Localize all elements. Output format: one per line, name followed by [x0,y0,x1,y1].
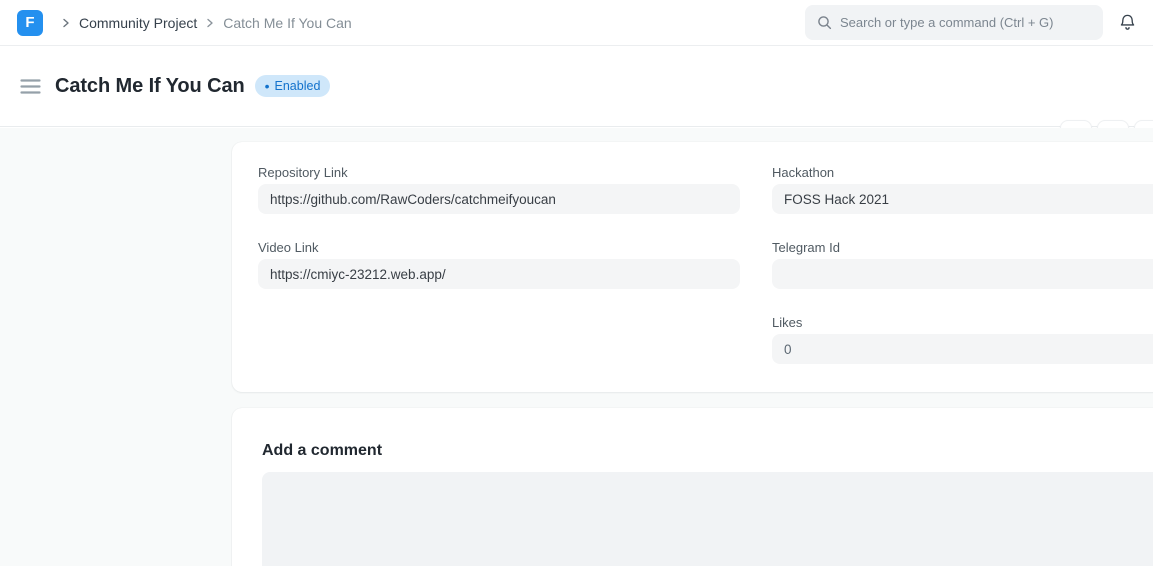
form-card: Repository Link Video Link Hackathon Tel… [232,142,1153,392]
comment-card: Add a comment [232,408,1153,566]
page-head: Catch Me If You Can Enabled [0,46,1153,127]
field-video-link: Video Link [258,240,740,289]
main-content: Repository Link Video Link Hackathon Tel… [0,128,1153,566]
bell-icon [1118,13,1137,32]
repository-link-input[interactable] [258,184,740,214]
field-telegram-id: Telegram Id [772,240,1153,289]
field-label: Hackathon [772,165,1153,181]
frappe-logo[interactable]: F [17,10,43,36]
field-hackathon: Hackathon [772,165,1153,214]
breadcrumb-current[interactable]: Catch Me If You Can [223,15,351,31]
field-likes: Likes [772,315,1153,364]
form-column-right: Hackathon Telegram Id Likes [772,165,1153,392]
notifications-button[interactable] [1103,0,1151,45]
breadcrumb: Community Project Catch Me If You Can [53,15,352,31]
sidebar-toggle-button[interactable] [18,76,43,97]
field-label: Telegram Id [772,240,1153,256]
telegram-id-input[interactable] [772,259,1153,289]
comment-input[interactable] [262,472,1153,566]
status-badge: Enabled [255,75,331,97]
global-search[interactable] [805,5,1103,40]
form-column-left: Repository Link Video Link [258,165,740,392]
likes-input[interactable] [772,334,1153,364]
field-label: Likes [772,315,1153,331]
chevron-right-icon [59,16,73,30]
field-label: Video Link [258,240,740,256]
hackathon-input[interactable] [772,184,1153,214]
frappe-logo-glyph: F [25,14,34,31]
top-navbar: F Community Project Catch Me If You Can [0,0,1153,46]
video-link-input[interactable] [258,259,740,289]
search-icon [817,15,832,30]
hamburger-icon [20,78,41,95]
breadcrumb-community-project[interactable]: Community Project [79,15,197,31]
chevron-right-icon [203,16,217,30]
field-repository-link: Repository Link [258,165,740,214]
comment-section-heading: Add a comment [262,442,1153,460]
field-label: Repository Link [258,165,740,181]
page-title: Catch Me If You Can [55,75,245,98]
search-input[interactable] [840,15,1093,30]
